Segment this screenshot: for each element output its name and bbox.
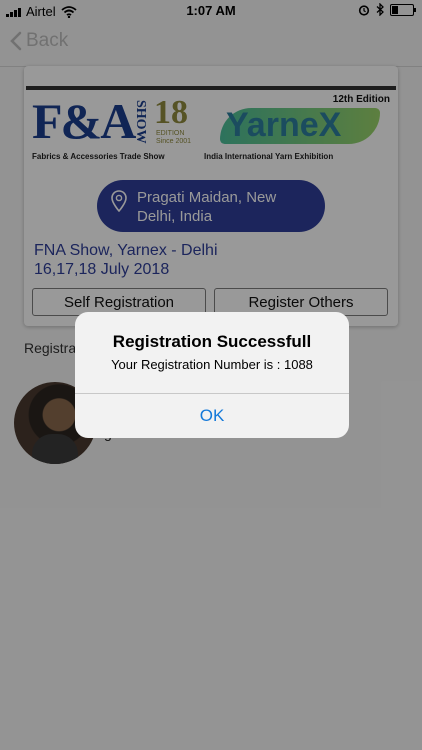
alert-title: Registration Successfull (112, 332, 312, 351)
success-alert: Registration Successfull Your Registrati… (75, 312, 349, 438)
alert-message: Your Registration Number is : 1088 (111, 357, 313, 372)
app-screen: Airtel 1:07 AM Back F&A SHOW 18 EDITION … (0, 0, 422, 750)
ok-button[interactable]: OK (75, 394, 349, 438)
